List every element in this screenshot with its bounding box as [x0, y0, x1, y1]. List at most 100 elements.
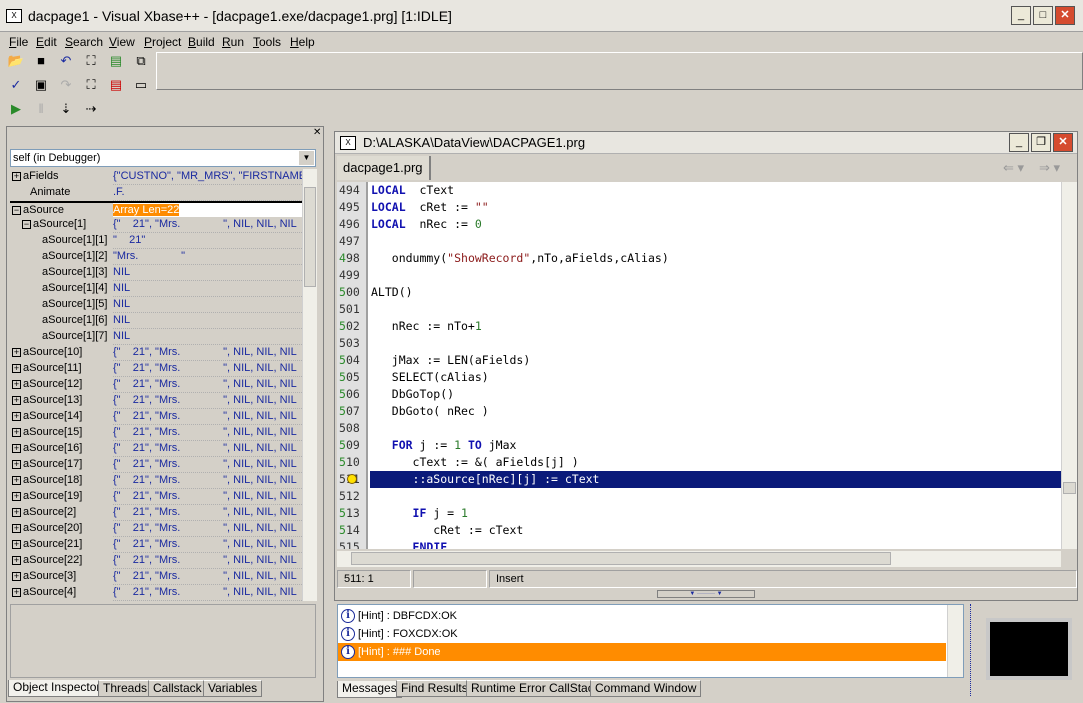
messages-scrollbar[interactable]	[947, 605, 963, 677]
expand-icon[interactable]: +	[12, 571, 21, 581]
code-line[interactable]: 499	[337, 267, 1061, 284]
property-value[interactable]: {" 21", "Mrs. ", NIL, NIL, NIL	[113, 377, 302, 392]
property-row[interactable]: + aSource[13] {" 21", "Mrs. ", NIL, NIL, N…	[10, 393, 302, 409]
code-line[interactable]: 510 cText := &( aFields[j] )	[337, 454, 1061, 471]
dock-splitter[interactable]	[970, 604, 976, 696]
scroll-thumb[interactable]	[304, 187, 316, 287]
property-value[interactable]: {" 21", "Mrs. ", NIL, NIL, NIL	[113, 345, 302, 360]
expand-icon[interactable]: +	[12, 475, 21, 485]
property-value[interactable]: {" 21", "Mrs. ", NIL, NIL, NIL	[113, 457, 302, 472]
project-icon[interactable]: ⧉	[131, 52, 151, 70]
run-debug-icon[interactable]: ▶	[6, 100, 26, 118]
tab-variables[interactable]: Variables	[203, 680, 263, 697]
find-icon[interactable]: ⛶	[81, 52, 101, 70]
code-area[interactable]: 494 LOCAL cText 495 LOCAL cRet := "" 496 LOCA…	[337, 182, 1061, 549]
property-row[interactable]: + aSource[10] {" 21", "Mrs. ", NIL, NIL, N…	[10, 345, 302, 361]
property-row[interactable]: + aSource[17] {" 21", "Mrs. ", NIL, NIL, N…	[10, 457, 302, 473]
menu-view[interactable]: View	[109, 35, 135, 49]
expand-icon[interactable]: +	[12, 507, 21, 517]
property-row[interactable]: aSource[1][2] "Mrs. "	[10, 249, 302, 265]
property-row[interactable]: + aSource[14] {" 21", "Mrs. ", NIL, NIL, N…	[10, 409, 302, 425]
property-row[interactable]: + aSource[20] {" 21", "Mrs. ", NIL, NIL, N…	[10, 521, 302, 537]
new-file-icon[interactable]: ▤	[106, 52, 126, 70]
property-value[interactable]: {" 21", "Mrs. ", NIL, NIL, NIL	[113, 569, 302, 584]
splitter-handle[interactable]: ▼ ········· ▼	[657, 590, 755, 598]
expand-icon[interactable]: +	[12, 379, 21, 389]
property-row[interactable]: aSource[1][6] NIL	[10, 313, 302, 329]
code-line[interactable]: 509 FOR j := 1 TO jMax	[337, 437, 1061, 454]
code-line[interactable]: 508	[337, 420, 1061, 437]
tab-messages[interactable]: Messages	[337, 681, 402, 698]
property-value[interactable]: {" 21", "Mrs. ", NIL, NIL, NIL	[113, 425, 302, 440]
save-all-icon[interactable]: ▣	[31, 76, 51, 94]
tab-threads[interactable]: Threads	[98, 680, 153, 697]
menu-run[interactable]: Run	[222, 35, 244, 49]
property-row[interactable]: + aFields {"CUSTNO", "MR_MRS", "FIRSTNAME"	[10, 169, 302, 185]
redo-icon[interactable]: ↷	[56, 76, 76, 94]
property-value[interactable]: NIL	[113, 313, 302, 328]
code-line[interactable]: 507 DbGoto( nRec )	[337, 403, 1061, 420]
code-line[interactable]: 512	[337, 488, 1061, 505]
replace-icon[interactable]: ⛶	[81, 76, 101, 94]
nav-back-icon[interactable]: ⇐ ▾	[1003, 160, 1024, 176]
code-line[interactable]: 495 LOCAL cRet := ""	[337, 199, 1061, 216]
property-value[interactable]: {"CUSTNO", "MR_MRS", "FIRSTNAME"	[113, 169, 302, 184]
property-value[interactable]: {" 21", "Mrs. ", NIL, NIL, NIL	[113, 537, 302, 552]
expand-icon[interactable]: +	[12, 523, 21, 533]
property-value[interactable]: NIL	[113, 265, 302, 280]
undo-icon[interactable]: ↶	[56, 52, 76, 70]
code-line[interactable]: 500 ALTD()	[337, 284, 1061, 301]
tab-find-results[interactable]: Find Results	[396, 680, 473, 697]
property-value[interactable]: {" 21", "Mrs. ", NIL, NIL, NIL	[113, 361, 302, 376]
property-value[interactable]: {" 21", "Mrs. ", NIL, NIL, NIL	[113, 473, 302, 488]
open-folder-icon[interactable]: 📂	[6, 52, 26, 70]
message-item[interactable]: i [Hint] : ### Done	[338, 643, 946, 661]
tab-runtime-error-callstack[interactable]: Runtime Error CallStack	[466, 680, 605, 697]
property-value[interactable]: {" 21", "Mrs. ", NIL, NIL, NIL	[113, 393, 302, 408]
tab-object-inspector[interactable]: Object Inspector	[8, 680, 106, 697]
message-item[interactable]: i [Hint] : FOXCDX:OK	[338, 625, 946, 643]
property-row[interactable]: + aSource[4] {" 21", "Mrs. ", NIL, NIL, NI…	[10, 585, 302, 601]
close-button[interactable]: ✕	[1055, 6, 1075, 25]
menu-file[interactable]: File	[9, 35, 28, 49]
property-row[interactable]: aSource[1][4] NIL	[10, 281, 302, 297]
property-row[interactable]: + aSource[22] {" 21", "Mrs. ", NIL, NIL, N…	[10, 553, 302, 569]
code-line[interactable]: 505 SELECT(cAlias)	[337, 369, 1061, 386]
property-value[interactable]: {" 21", "Mrs. ", NIL, NIL, NIL	[113, 489, 302, 504]
property-row[interactable]: + aSource[2] {" 21", "Mrs. ", NIL, NIL, NI…	[10, 505, 302, 521]
scroll-thumb[interactable]	[1063, 482, 1076, 494]
property-row[interactable]: + aSource[19] {" 21", "Mrs. ", NIL, NIL, N…	[10, 489, 302, 505]
property-row[interactable]: + aSource[3] {" 21", "Mrs. ", NIL, NIL, NI…	[10, 569, 302, 585]
editor-minimize-button[interactable]: _	[1009, 133, 1029, 152]
property-value[interactable]: {" 21", "Mrs. ", NIL, NIL, NIL	[113, 505, 302, 520]
menu-tools[interactable]: Tools	[253, 35, 281, 49]
code-line[interactable]: 496 LOCAL nRec := 0	[337, 216, 1061, 233]
expand-icon[interactable]: +	[12, 443, 21, 453]
message-item[interactable]: i [Hint] : DBFCDX:OK	[338, 607, 946, 625]
property-value[interactable]: NIL	[113, 297, 302, 312]
property-value[interactable]: {" 21", "Mrs. ", NIL, NIL, NIL	[113, 217, 302, 232]
code-line[interactable]: 503	[337, 335, 1061, 352]
collapse-icon[interactable]: −	[22, 219, 31, 229]
save-icon[interactable]: ■	[31, 52, 51, 70]
property-value[interactable]: {" 21", "Mrs. ", NIL, NIL, NIL	[113, 585, 302, 600]
remove-file-icon[interactable]: ▤	[106, 76, 126, 94]
expand-icon[interactable]: +	[12, 411, 21, 421]
editor-restore-button[interactable]: ❐	[1031, 133, 1051, 152]
property-row[interactable]: + aSource[21] {" 21", "Mrs. ", NIL, NIL, N…	[10, 537, 302, 553]
expand-icon[interactable]: +	[12, 171, 21, 181]
menu-help[interactable]: Help	[290, 35, 315, 49]
property-row[interactable]: − aSource Array Len=22	[10, 201, 302, 219]
code-line[interactable]: 504 jMax := LEN(aFields)	[337, 352, 1061, 369]
current-code-line[interactable]: 511 ::aSource[nRec][j] := cText	[337, 471, 1061, 488]
property-value[interactable]: NIL	[113, 329, 302, 344]
window-icon[interactable]: ▭	[131, 76, 151, 94]
minimize-button[interactable]: _	[1011, 6, 1031, 25]
nav-forward-icon[interactable]: ⇒ ▾	[1039, 160, 1060, 176]
property-row[interactable]: Animate .F.	[10, 185, 302, 201]
expand-icon[interactable]: +	[12, 395, 21, 405]
property-value[interactable]: {" 21", "Mrs. ", NIL, NIL, NIL	[113, 521, 302, 536]
property-value[interactable]: {" 21", "Mrs. ", NIL, NIL, NIL	[113, 409, 302, 424]
code-line[interactable]: 515 ENDIF	[337, 539, 1061, 549]
property-value[interactable]: {" 21", "Mrs. ", NIL, NIL, NIL	[113, 553, 302, 568]
